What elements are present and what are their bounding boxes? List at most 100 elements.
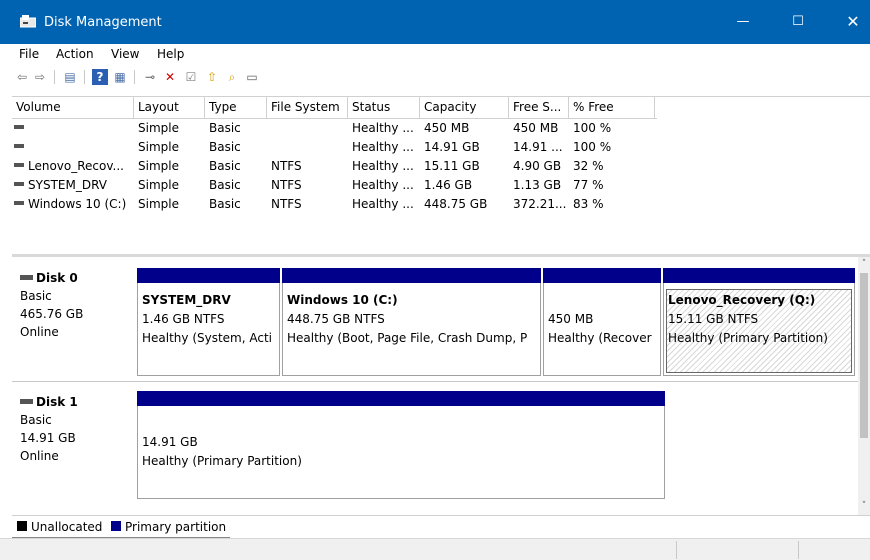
- partition-name: Lenovo_Recovery (Q:): [668, 293, 816, 307]
- disk-map-scrollbar[interactable]: ˄ ˅: [858, 257, 870, 515]
- cell-type: Basic: [209, 178, 241, 192]
- column-status[interactable]: Status: [348, 97, 420, 118]
- cell-layout: Simple: [138, 159, 179, 173]
- status-divider: [676, 541, 677, 559]
- disk-size: 465.76 GB: [20, 307, 84, 321]
- connect-icon[interactable]: ⊸: [142, 69, 158, 85]
- disk-0-label[interactable]: Disk 0 Basic 465.76 GB Online: [12, 269, 136, 341]
- cell-volume: SYSTEM_DRV: [28, 178, 107, 192]
- column-layout[interactable]: Layout: [134, 97, 205, 118]
- disk-name: Disk 1: [36, 395, 78, 409]
- help-icon[interactable]: ?: [92, 69, 108, 85]
- partition-disk1[interactable]: 14.91 GB Healthy (Primary Partition): [137, 391, 665, 499]
- minimize-button[interactable]: —: [720, 0, 766, 44]
- cell-free-space: 14.91 ...: [513, 140, 563, 154]
- cell-free-space: 450 MB: [513, 121, 559, 135]
- table-row[interactable]: Lenovo_Recov... Simple Basic NTFS Health…: [12, 157, 657, 176]
- cell-percent-free: 100 %: [573, 140, 612, 154]
- scroll-down-icon[interactable]: ˅: [858, 499, 870, 513]
- cell-file-system: NTFS: [271, 159, 302, 173]
- partition-windows-c[interactable]: Windows 10 (C:) 448.75 GB NTFS Healthy (…: [282, 268, 541, 376]
- cell-layout: Simple: [138, 140, 179, 154]
- column-file-system[interactable]: File System: [267, 97, 348, 118]
- console-icon[interactable]: ▦: [112, 69, 128, 85]
- column-volume[interactable]: Volume: [12, 97, 134, 118]
- partition-lenovo-recovery-selected[interactable]: Lenovo_Recovery (Q:) 15.11 GB NTFS Healt…: [663, 268, 855, 376]
- toolbar-separator: [84, 70, 85, 84]
- cell-type: Basic: [209, 140, 241, 154]
- title-bar: Disk Management — ☐ ✕: [0, 0, 870, 44]
- disk-type: Basic: [20, 289, 52, 303]
- cell-free-space: 1.13 GB: [513, 178, 562, 192]
- disk-type: Basic: [20, 413, 52, 427]
- delete-icon[interactable]: ✕: [162, 69, 178, 85]
- check-icon[interactable]: ☑: [183, 69, 199, 85]
- forward-icon[interactable]: ⇨: [32, 69, 48, 85]
- cell-layout: Simple: [138, 178, 179, 192]
- legend-label-unallocated: Unallocated: [31, 520, 103, 534]
- partition-name: SYSTEM_DRV: [142, 293, 231, 307]
- partition-system-drv[interactable]: SYSTEM_DRV 1.46 GB NTFS Healthy (System,…: [137, 268, 280, 376]
- properties-icon[interactable]: ▤: [62, 69, 78, 85]
- partition-status: Healthy (Recover: [548, 331, 652, 345]
- menu-action[interactable]: Action: [56, 47, 94, 61]
- column-capacity[interactable]: Capacity: [420, 97, 509, 118]
- menu-file[interactable]: File: [19, 47, 39, 61]
- partition-size: 450 MB: [548, 312, 594, 326]
- partition-status: Healthy (Boot, Page File, Crash Dump, P: [287, 331, 528, 345]
- format-icon[interactable]: ▭: [244, 69, 260, 85]
- search-icon[interactable]: ⌕: [224, 69, 240, 85]
- disk-management-icon: [20, 15, 36, 28]
- cell-type: Basic: [209, 121, 241, 135]
- partition-bar: [543, 268, 661, 283]
- volume-icon: [14, 201, 24, 205]
- menu-view[interactable]: View: [111, 47, 139, 61]
- table-row[interactable]: Simple Basic Healthy ... 14.91 GB 14.91 …: [12, 138, 657, 157]
- partition-status: Healthy (Primary Partition): [142, 454, 302, 468]
- cell-free-space: 372.21...: [513, 197, 567, 211]
- cell-percent-free: 32 %: [573, 159, 604, 173]
- disk-name: Disk 0: [36, 271, 78, 285]
- legend-swatch-primary: [111, 521, 121, 531]
- partition-bar: [137, 391, 665, 406]
- maximize-button[interactable]: ☐: [775, 0, 821, 44]
- up-icon[interactable]: ⇧: [204, 69, 220, 85]
- volume-list: Volume Layout Type File System Status Ca…: [12, 96, 870, 254]
- scroll-thumb[interactable]: [860, 273, 868, 438]
- disk-1-label[interactable]: Disk 1 Basic 14.91 GB Online: [12, 393, 136, 465]
- table-row[interactable]: Simple Basic Healthy ... 450 MB 450 MB 1…: [12, 119, 657, 138]
- cell-capacity: 15.11 GB: [424, 159, 480, 173]
- partition-bar: [663, 268, 855, 283]
- close-button[interactable]: ✕: [830, 0, 870, 44]
- disk-row-divider: [12, 381, 860, 382]
- column-type[interactable]: Type: [205, 97, 267, 118]
- legend-label-primary: Primary partition: [125, 520, 227, 534]
- legend-swatch-unallocated: [17, 521, 27, 531]
- column-free-space[interactable]: Free S...: [509, 97, 569, 118]
- cell-type: Basic: [209, 159, 241, 173]
- cell-free-space: 4.90 GB: [513, 159, 562, 173]
- disk-icon: [20, 398, 33, 404]
- volume-icon: [14, 144, 24, 148]
- cell-volume: Windows 10 (C:): [28, 197, 127, 211]
- toolbar: ⇦ ⇨ ▤ ? ▦ ⊸ ✕ ☑ ⇧ ⌕ ▭: [0, 66, 870, 88]
- disk-map: Disk 0 Basic 465.76 GB Online SYSTEM_DRV…: [12, 257, 870, 515]
- cell-file-system: NTFS: [271, 197, 302, 211]
- cell-percent-free: 83 %: [573, 197, 604, 211]
- column-percent-free[interactable]: % Free: [569, 97, 655, 118]
- partition-status: Healthy (Primary Partition): [668, 331, 828, 345]
- table-row[interactable]: Windows 10 (C:) Simple Basic NTFS Health…: [12, 195, 657, 214]
- menu-help[interactable]: Help: [157, 47, 184, 61]
- scroll-up-icon[interactable]: ˄: [858, 257, 870, 271]
- back-icon[interactable]: ⇦: [14, 69, 30, 85]
- cell-type: Basic: [209, 197, 241, 211]
- partition-size: 1.46 GB NTFS: [142, 312, 225, 326]
- table-row[interactable]: SYSTEM_DRV Simple Basic NTFS Healthy ...…: [12, 176, 657, 195]
- status-divider: [798, 541, 799, 559]
- menu-bar: File Action View Help: [0, 44, 870, 66]
- partition-status: Healthy (System, Acti: [142, 331, 273, 345]
- partition-bar: [282, 268, 541, 283]
- disk-icon: [20, 274, 33, 280]
- partition-size: 448.75 GB NTFS: [287, 312, 385, 326]
- partition-recovery-450mb[interactable]: 450 MB Healthy (Recover: [543, 268, 661, 376]
